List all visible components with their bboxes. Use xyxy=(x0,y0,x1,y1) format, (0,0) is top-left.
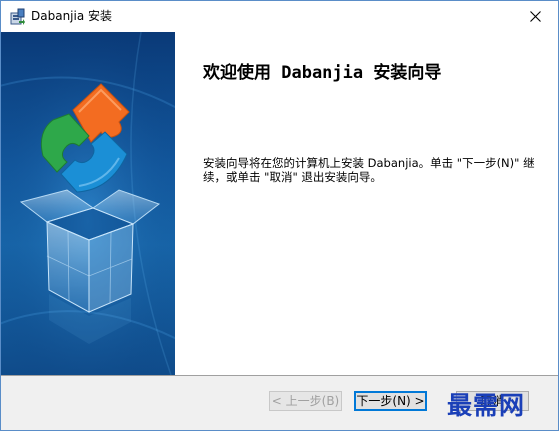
installer-window: Dabanjia 安装 欢迎使用 Dabanjia 安装向导 安装向导将在您的计… xyxy=(0,0,559,431)
installer-app-icon xyxy=(9,8,26,25)
button-bar: < 上一步(B) 下一步(N) > 取消 最需网 xyxy=(1,375,558,430)
next-button[interactable]: 下一步(N) > xyxy=(354,391,427,411)
close-icon xyxy=(529,11,541,22)
welcome-heading: 欢迎使用 Dabanjia 安装向导 xyxy=(203,63,442,83)
close-button[interactable] xyxy=(512,1,558,32)
title-bar: Dabanjia 安装 xyxy=(1,1,558,32)
setup-box-graphic xyxy=(1,32,175,375)
welcome-description: 安装向导将在您的计算机上安装 Dabanjia。单击 "下一步(N)" 继续，或… xyxy=(203,156,535,184)
cancel-button[interactable]: 取消 xyxy=(456,391,529,411)
back-button[interactable]: < 上一步(B) xyxy=(269,391,342,411)
wizard-banner xyxy=(1,32,175,375)
window-title: Dabanjia 安装 xyxy=(31,9,113,23)
welcome-panel: 欢迎使用 Dabanjia 安装向导 安装向导将在您的计算机上安装 Dabanj… xyxy=(175,32,558,375)
